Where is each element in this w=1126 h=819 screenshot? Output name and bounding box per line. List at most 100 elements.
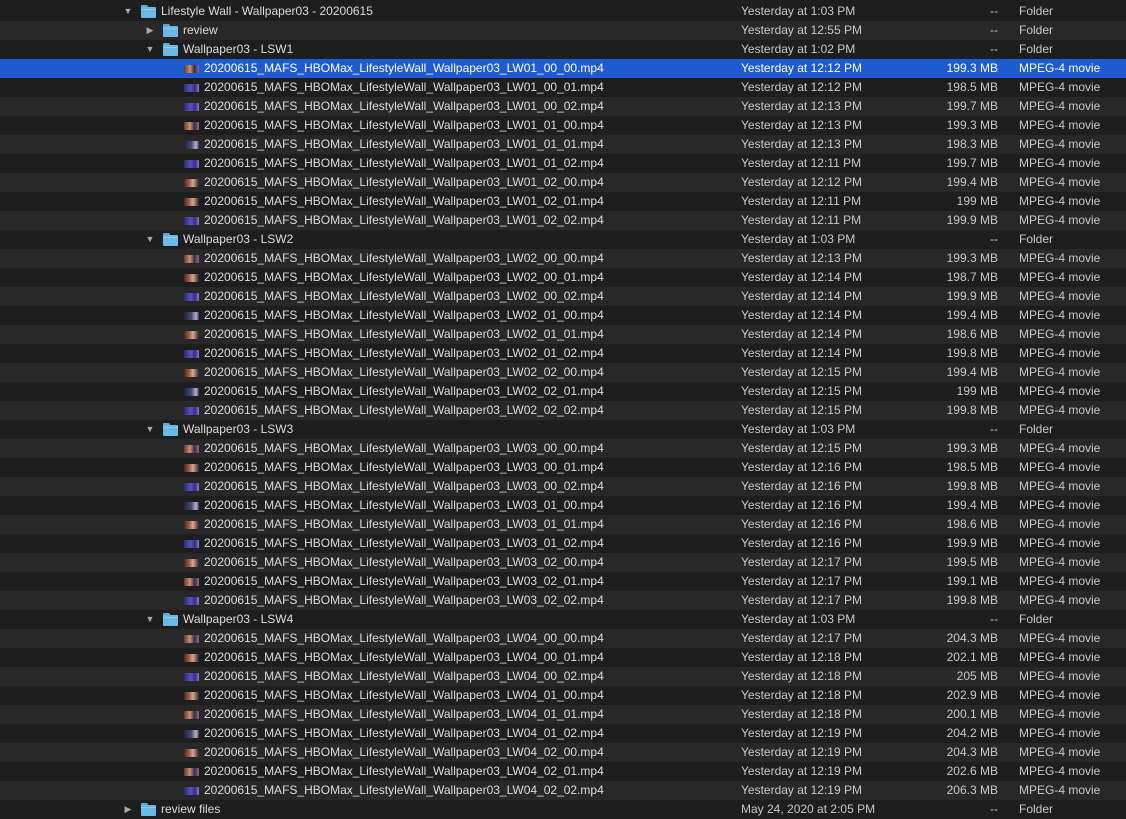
- file-name: 20200615_MAFS_HBOMax_LifestyleWall_Wallp…: [204, 61, 604, 75]
- file-kind: MPEG-4 movie: [1019, 498, 1101, 512]
- file-name: 20200615_MAFS_HBOMax_LifestyleWall_Wallp…: [204, 270, 604, 284]
- file-row[interactable]: 20200615_MAFS_HBOMax_LifestyleWall_Wallp…: [0, 762, 1126, 781]
- file-row[interactable]: 20200615_MAFS_HBOMax_LifestyleWall_Wallp…: [0, 591, 1126, 610]
- folder-icon: [163, 233, 178, 246]
- file-row[interactable]: 20200615_MAFS_HBOMax_LifestyleWall_Wallp…: [0, 154, 1126, 173]
- file-row[interactable]: 20200615_MAFS_HBOMax_LifestyleWall_Wallp…: [0, 648, 1126, 667]
- video-thumbnail-icon: [184, 502, 199, 510]
- file-name: 20200615_MAFS_HBOMax_LifestyleWall_Wallp…: [204, 650, 604, 664]
- file-size: 198.5 MB: [946, 80, 998, 94]
- file-row[interactable]: 20200615_MAFS_HBOMax_LifestyleWall_Wallp…: [0, 344, 1126, 363]
- date-modified: Yesterday at 12:17 PM: [741, 631, 862, 645]
- file-row[interactable]: 20200615_MAFS_HBOMax_LifestyleWall_Wallp…: [0, 724, 1126, 743]
- file-row[interactable]: 20200615_MAFS_HBOMax_LifestyleWall_Wallp…: [0, 667, 1126, 686]
- file-kind: Folder: [1019, 612, 1054, 626]
- file-row[interactable]: 20200615_MAFS_HBOMax_LifestyleWall_Wallp…: [0, 59, 1126, 78]
- file-kind: MPEG-4 movie: [1019, 745, 1101, 759]
- video-thumbnail-icon: [184, 711, 199, 719]
- folder-row[interactable]: ▼ Lifestyle Wall - Wallpaper03 - 20200615…: [0, 2, 1126, 21]
- file-row[interactable]: 20200615_MAFS_HBOMax_LifestyleWall_Wallp…: [0, 135, 1126, 154]
- file-name: 20200615_MAFS_HBOMax_LifestyleWall_Wallp…: [204, 460, 604, 474]
- folder-row[interactable]: ▼ Wallpaper03 - LSW4 Yesterday at 1:03 PM -…: [0, 610, 1126, 629]
- file-row[interactable]: 20200615_MAFS_HBOMax_LifestyleWall_Wallp…: [0, 705, 1126, 724]
- file-row[interactable]: 20200615_MAFS_HBOMax_LifestyleWall_Wallp…: [0, 268, 1126, 287]
- file-row[interactable]: 20200615_MAFS_HBOMax_LifestyleWall_Wallp…: [0, 363, 1126, 382]
- file-kind: MPEG-4 movie: [1019, 137, 1101, 151]
- folder-row[interactable]: ▶ review files May 24, 2020 at 2:05 PM -- Fo…: [0, 800, 1126, 819]
- file-row[interactable]: 20200615_MAFS_HBOMax_LifestyleWall_Wallp…: [0, 249, 1126, 268]
- file-row[interactable]: 20200615_MAFS_HBOMax_LifestyleWall_Wallp…: [0, 553, 1126, 572]
- video-thumbnail-icon: [184, 160, 199, 168]
- disclosure-triangle-down-icon[interactable]: ▼: [145, 610, 155, 629]
- date-modified: Yesterday at 12:16 PM: [741, 479, 862, 493]
- file-size: 199.9 MB: [946, 289, 998, 303]
- file-row[interactable]: 20200615_MAFS_HBOMax_LifestyleWall_Wallp…: [0, 382, 1126, 401]
- folder-row[interactable]: ▼ Wallpaper03 - LSW2 Yesterday at 1:03 PM -…: [0, 230, 1126, 249]
- video-thumbnail-icon: [184, 768, 199, 776]
- file-kind: MPEG-4 movie: [1019, 61, 1101, 75]
- file-size: 204.3 MB: [946, 631, 998, 645]
- folder-name: Wallpaper03 - LSW3: [183, 422, 294, 436]
- date-modified: Yesterday at 12:19 PM: [741, 764, 862, 778]
- file-size: 199.4 MB: [946, 365, 998, 379]
- disclosure-triangle-right-icon[interactable]: ▶: [123, 800, 133, 819]
- folder-row[interactable]: ▼ Wallpaper03 - LSW3 Yesterday at 1:03 PM -…: [0, 420, 1126, 439]
- date-modified: Yesterday at 12:19 PM: [741, 726, 862, 740]
- file-row[interactable]: 20200615_MAFS_HBOMax_LifestyleWall_Wallp…: [0, 515, 1126, 534]
- file-name: 20200615_MAFS_HBOMax_LifestyleWall_Wallp…: [204, 175, 604, 189]
- file-row[interactable]: 20200615_MAFS_HBOMax_LifestyleWall_Wallp…: [0, 211, 1126, 230]
- file-kind: MPEG-4 movie: [1019, 118, 1101, 132]
- file-name: 20200615_MAFS_HBOMax_LifestyleWall_Wallp…: [204, 555, 604, 569]
- file-row[interactable]: 20200615_MAFS_HBOMax_LifestyleWall_Wallp…: [0, 173, 1126, 192]
- file-row[interactable]: 20200615_MAFS_HBOMax_LifestyleWall_Wallp…: [0, 572, 1126, 591]
- date-modified: Yesterday at 12:16 PM: [741, 460, 862, 474]
- date-modified: Yesterday at 12:13 PM: [741, 137, 862, 151]
- file-row[interactable]: 20200615_MAFS_HBOMax_LifestyleWall_Wallp…: [0, 439, 1126, 458]
- disclosure-triangle-down-icon[interactable]: ▼: [145, 40, 155, 59]
- file-row[interactable]: 20200615_MAFS_HBOMax_LifestyleWall_Wallp…: [0, 78, 1126, 97]
- date-modified: Yesterday at 12:18 PM: [741, 650, 862, 664]
- date-modified: Yesterday at 12:12 PM: [741, 80, 862, 94]
- video-thumbnail-icon: [184, 730, 199, 738]
- file-size: 202.6 MB: [946, 764, 998, 778]
- file-row[interactable]: 20200615_MAFS_HBOMax_LifestyleWall_Wallp…: [0, 306, 1126, 325]
- date-modified: Yesterday at 12:55 PM: [741, 23, 862, 37]
- file-row[interactable]: 20200615_MAFS_HBOMax_LifestyleWall_Wallp…: [0, 629, 1126, 648]
- file-size: 202.1 MB: [946, 650, 998, 664]
- file-row[interactable]: 20200615_MAFS_HBOMax_LifestyleWall_Wallp…: [0, 743, 1126, 762]
- file-row[interactable]: 20200615_MAFS_HBOMax_LifestyleWall_Wallp…: [0, 401, 1126, 420]
- date-modified: Yesterday at 12:17 PM: [741, 574, 862, 588]
- video-thumbnail-icon: [184, 654, 199, 662]
- file-row[interactable]: 20200615_MAFS_HBOMax_LifestyleWall_Wallp…: [0, 477, 1126, 496]
- file-kind: Folder: [1019, 422, 1054, 436]
- file-kind: Folder: [1019, 42, 1054, 56]
- file-row[interactable]: 20200615_MAFS_HBOMax_LifestyleWall_Wallp…: [0, 781, 1126, 800]
- file-row[interactable]: 20200615_MAFS_HBOMax_LifestyleWall_Wallp…: [0, 686, 1126, 705]
- folder-row[interactable]: ▼ Wallpaper03 - LSW1 Yesterday at 1:02 PM -…: [0, 40, 1126, 59]
- video-thumbnail-icon: [184, 84, 199, 92]
- disclosure-triangle-down-icon[interactable]: ▼: [145, 230, 155, 249]
- file-row[interactable]: 20200615_MAFS_HBOMax_LifestyleWall_Wallp…: [0, 534, 1126, 553]
- file-row[interactable]: 20200615_MAFS_HBOMax_LifestyleWall_Wallp…: [0, 458, 1126, 477]
- disclosure-triangle-right-icon[interactable]: ▶: [145, 21, 155, 40]
- folder-icon: [141, 803, 156, 816]
- date-modified: Yesterday at 12:13 PM: [741, 99, 862, 113]
- file-row[interactable]: 20200615_MAFS_HBOMax_LifestyleWall_Wallp…: [0, 325, 1126, 344]
- video-thumbnail-icon: [184, 540, 199, 548]
- folder-name: Wallpaper03 - LSW4: [183, 612, 294, 626]
- file-row[interactable]: 20200615_MAFS_HBOMax_LifestyleWall_Wallp…: [0, 97, 1126, 116]
- file-name: 20200615_MAFS_HBOMax_LifestyleWall_Wallp…: [204, 156, 604, 170]
- file-name: 20200615_MAFS_HBOMax_LifestyleWall_Wallp…: [204, 194, 604, 208]
- file-name: 20200615_MAFS_HBOMax_LifestyleWall_Wallp…: [204, 213, 604, 227]
- file-row[interactable]: 20200615_MAFS_HBOMax_LifestyleWall_Wallp…: [0, 192, 1126, 211]
- folder-row[interactable]: ▶ review Yesterday at 12:55 PM -- Folder: [0, 21, 1126, 40]
- file-row[interactable]: 20200615_MAFS_HBOMax_LifestyleWall_Wallp…: [0, 496, 1126, 515]
- file-row[interactable]: 20200615_MAFS_HBOMax_LifestyleWall_Wallp…: [0, 116, 1126, 135]
- file-name: 20200615_MAFS_HBOMax_LifestyleWall_Wallp…: [204, 707, 604, 721]
- file-row[interactable]: 20200615_MAFS_HBOMax_LifestyleWall_Wallp…: [0, 287, 1126, 306]
- disclosure-triangle-down-icon[interactable]: ▼: [123, 2, 133, 21]
- date-modified: Yesterday at 12:16 PM: [741, 517, 862, 531]
- disclosure-triangle-down-icon[interactable]: ▼: [145, 420, 155, 439]
- file-name: 20200615_MAFS_HBOMax_LifestyleWall_Wallp…: [204, 517, 604, 531]
- folder-name: Lifestyle Wall - Wallpaper03 - 20200615: [161, 4, 373, 18]
